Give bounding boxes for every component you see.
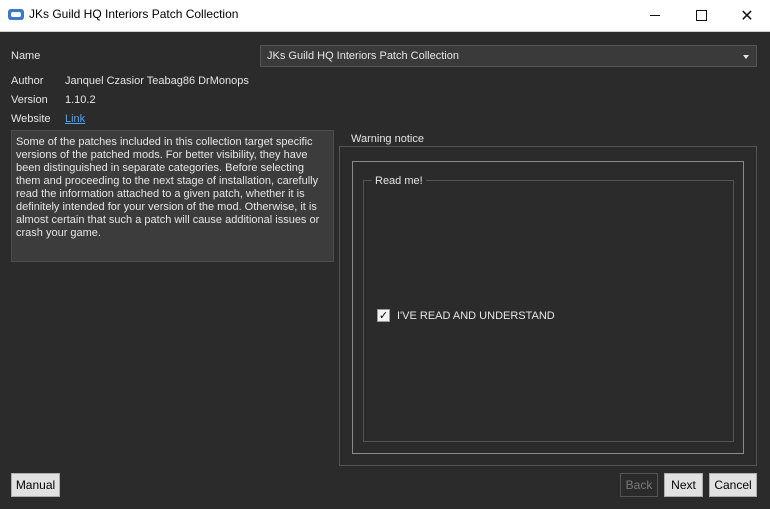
description-textbox[interactable]: Some of the patches included in this col… <box>11 130 334 262</box>
author-value: Janquel Czasior Teabag86 DrMonops <box>65 75 249 87</box>
next-button[interactable]: Next <box>664 473 703 497</box>
minimize-icon <box>650 14 660 16</box>
minimize-button[interactable] <box>632 0 678 31</box>
app-icon <box>8 9 24 20</box>
name-label: Name <box>11 50 41 62</box>
checkmark-icon: ✓ <box>378 309 389 322</box>
website-label: Website <box>11 113 51 125</box>
warning-notice-title: Warning notice <box>348 133 427 145</box>
window-title: JKs Guild HQ Interiors Patch Collection <box>29 7 239 21</box>
close-icon: ✕ <box>740 6 754 25</box>
maximize-icon <box>695 9 707 21</box>
version-label: Version <box>11 94 48 106</box>
version-value: 1.10.2 <box>65 94 96 106</box>
read-understand-label[interactable]: I'VE READ AND UNDERSTAND <box>397 310 555 322</box>
name-select-value: JKs Guild HQ Interiors Patch Collection <box>267 50 459 62</box>
chevron-down-icon <box>743 55 749 59</box>
maximize-button[interactable] <box>678 0 724 31</box>
name-select[interactable]: JKs Guild HQ Interiors Patch Collection <box>260 45 757 67</box>
website-link[interactable]: Link <box>65 113 85 125</box>
read-understand-checkbox[interactable]: ✓ <box>377 309 390 322</box>
author-label: Author <box>11 75 44 87</box>
manual-button[interactable]: Manual <box>11 473 60 497</box>
cancel-button[interactable]: Cancel <box>709 473 757 497</box>
back-button[interactable]: Back <box>620 473 658 497</box>
close-button[interactable]: ✕ <box>724 0 770 31</box>
title-bar: JKs Guild HQ Interiors Patch Collection … <box>0 0 770 32</box>
readme-title: Read me! <box>372 175 426 187</box>
